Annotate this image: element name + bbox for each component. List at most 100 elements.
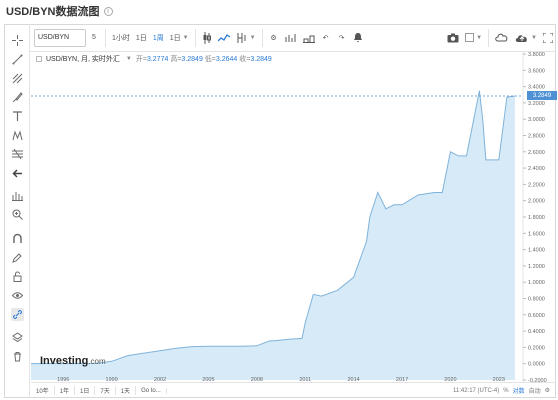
toolbar-divider — [261, 28, 263, 47]
pattern-icon[interactable] — [11, 129, 24, 142]
interval-5-label: 5 — [92, 34, 96, 41]
interval-5-button[interactable]: 5 — [86, 29, 102, 47]
price-area — [31, 90, 515, 380]
magnet-icon[interactable] — [11, 232, 24, 245]
y-tick-label: 3.8000 — [528, 52, 545, 58]
legend-symbol-name: USD/BYN, 月, 实时外汇 — [46, 56, 120, 63]
lock-icon[interactable] — [11, 270, 24, 283]
goto-date-button[interactable]: Go to... — [136, 387, 167, 394]
y-tick-label: 2.2000 — [528, 182, 545, 188]
text-icon[interactable] — [11, 110, 24, 123]
measure-icon[interactable] — [11, 189, 24, 202]
bottom-range-bar: 10年 1年 1日 7天 1天 Go to... 11:42:17 (UTC-4… — [31, 382, 556, 398]
trend-line-icon[interactable] — [11, 53, 24, 66]
low-value: 3.2644 — [215, 56, 238, 63]
candle-icon[interactable] — [199, 29, 215, 47]
alert-icon[interactable] — [350, 29, 366, 47]
crosshair-icon[interactable] — [11, 34, 24, 47]
template-icon[interactable] — [300, 29, 318, 47]
last-price-tag: 3.2849 — [527, 91, 557, 100]
layers-icon[interactable] — [11, 331, 24, 344]
line-chart-icon[interactable] — [215, 29, 233, 47]
interval-1w-label: 1周 — [152, 34, 164, 42]
y-tick-label: 3.2000 — [528, 101, 545, 107]
log-toggle[interactable]: 对数 — [513, 386, 525, 395]
interval-1h-label: 1小时 — [112, 34, 130, 42]
low-label: 低= — [204, 56, 216, 63]
close-value: 3.2849 — [250, 56, 272, 63]
redo-icon[interactable]: ↷ — [334, 29, 350, 47]
compare-icon[interactable] — [282, 29, 300, 47]
pitchfork-icon[interactable] — [11, 72, 24, 85]
drawing-tools-sidebar — [4, 24, 30, 398]
toolbar-divider — [105, 28, 106, 47]
window-title-bar: USD/BYN数据流图 i — [6, 3, 113, 19]
trash-icon[interactable] — [11, 350, 24, 363]
price-chart[interactable]: 3.8000 3.6000 3.4000 3.2000 3.0000 2.8000 2.60… — [31, 52, 556, 382]
interval-1d-label: 1日 — [135, 34, 147, 42]
logo-brand: Investing — [40, 355, 89, 367]
arrow-left-icon[interactable] — [11, 167, 24, 180]
interval-dropdown-label: 1日 — [169, 34, 181, 42]
y-tick-label: 0.6000 — [528, 313, 545, 319]
indicator-icon[interactable]: ▼ — [233, 29, 259, 47]
y-tick-label: 1.2000 — [528, 264, 545, 270]
auto-toggle[interactable]: 自动 — [529, 386, 541, 395]
investing-logo: Investing.com — [40, 355, 106, 367]
high-value: 3.2849 — [181, 56, 203, 63]
y-tick-label: 1.4000 — [528, 248, 545, 254]
chart-toolbar: 5 1小时 1日 1周 1日▼ ▼ ⚙ ↶ ↷ ▼ ▼ — [30, 24, 556, 52]
interval-1h-button[interactable]: 1小时 — [109, 29, 133, 47]
legend-ohlc: 开=3.2774 高=3.2849 低=3.2644 收=3.2849 — [136, 54, 272, 64]
range-1y-button[interactable]: 1年 — [55, 386, 76, 395]
fib-icon[interactable] — [11, 148, 24, 161]
range-10y-button[interactable]: 10年 — [31, 386, 55, 395]
toolbar-divider — [194, 28, 196, 47]
camera-icon[interactable] — [444, 29, 462, 47]
link-icon[interactable] — [11, 308, 24, 321]
close-label: 收= — [239, 56, 251, 63]
range-1day-button[interactable]: 1天 — [116, 386, 137, 395]
y-tick-label: 0.8000 — [528, 297, 545, 303]
y-tick-label: 2.4000 — [528, 166, 545, 172]
y-tick-label: 0.2000 — [528, 345, 545, 351]
y-tick-label: 3.6000 — [528, 68, 545, 74]
y-tick-label: 2.8000 — [528, 134, 545, 140]
interval-dropdown[interactable]: 1日 ▼ — [167, 29, 192, 47]
color-swatch-box — [465, 33, 475, 42]
cloud-upload-icon[interactable]: ▼ — [512, 29, 540, 47]
undo-icon[interactable]: ↶ — [318, 29, 334, 47]
y-tick-label: 2.6000 — [528, 150, 545, 156]
pencil-lock-icon[interactable] — [11, 251, 24, 264]
y-tick-label: 1.8000 — [528, 215, 545, 221]
high-label: 高= — [170, 56, 182, 63]
cloud-icon[interactable] — [492, 29, 512, 47]
interval-1w-button[interactable]: 1周 — [150, 29, 167, 47]
fullscreen-icon[interactable] — [540, 29, 556, 47]
zoom-in-icon[interactable] — [11, 208, 24, 221]
symbol-input[interactable] — [34, 28, 86, 47]
open-label: 开= — [135, 56, 147, 63]
range-7d-button[interactable]: 7天 — [95, 386, 116, 395]
color-swatch-icon[interactable]: ▼ — [462, 29, 485, 47]
gear-icon[interactable]: ⚙ — [545, 387, 550, 394]
legend-visibility-checkbox[interactable] — [36, 56, 42, 62]
y-tick-label: 0.0000 — [528, 362, 545, 368]
brush-icon[interactable] — [11, 91, 24, 104]
chevron-down-icon[interactable]: ▼ — [126, 56, 132, 62]
y-tick-label: 1.6000 — [528, 231, 545, 237]
interval-1d-button[interactable]: 1日 — [133, 29, 150, 47]
chart-legend: USD/BYN, 月, 实时外汇 ▼ 开=3.2774 高=3.2849 低=3… — [36, 54, 272, 64]
info-icon[interactable]: i — [103, 6, 113, 16]
eye-icon[interactable] — [11, 289, 24, 302]
settings-icon[interactable]: ⚙ — [266, 29, 282, 47]
chevron-down-icon: ▼ — [249, 34, 256, 41]
logo-suffix: .com — [88, 357, 106, 366]
y-tick-label: 3.0000 — [528, 117, 545, 123]
range-1d-button[interactable]: 1日 — [75, 386, 96, 395]
toolbar-divider — [488, 28, 490, 47]
bottom-right-controls: 11:42:17 (UTC-4) % 对数 自动 ⚙ — [452, 386, 556, 396]
clock-time: 11:42:17 (UTC-4) — [452, 387, 500, 394]
open-value: 3.2774 — [146, 56, 169, 63]
percent-toggle[interactable]: % — [503, 388, 508, 394]
